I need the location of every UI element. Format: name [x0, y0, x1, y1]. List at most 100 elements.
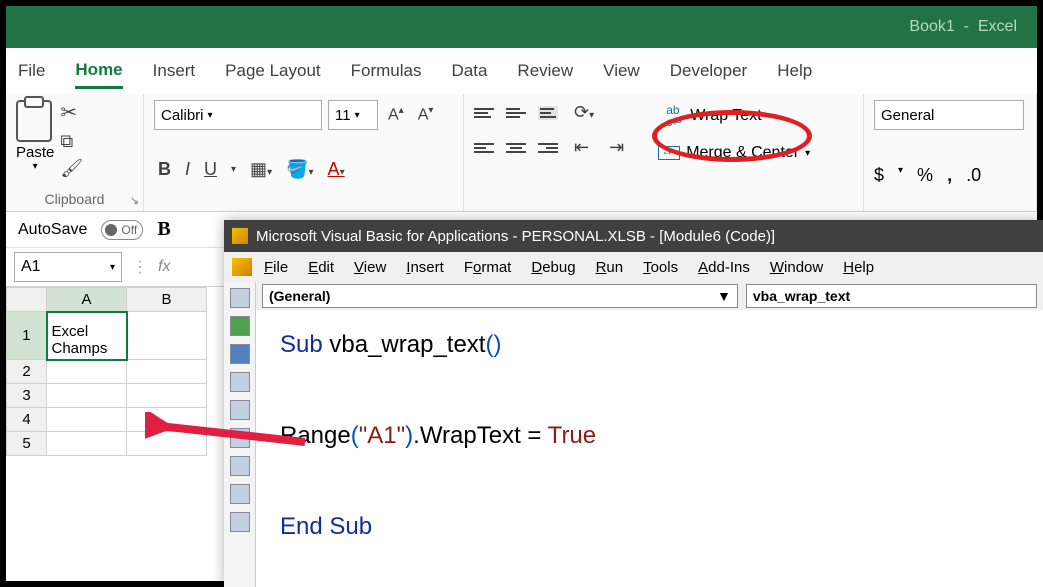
vbe-menu-run[interactable]: Run — [588, 259, 632, 276]
tab-page-layout[interactable]: Page Layout — [225, 55, 320, 87]
increase-decimal-icon[interactable]: .0 — [966, 165, 981, 186]
vbe-tool-icon[interactable] — [230, 484, 250, 504]
align-middle-icon[interactable] — [506, 108, 526, 118]
row-header-3[interactable]: 3 — [7, 384, 47, 408]
borders-icon[interactable]: ▦▾ — [246, 157, 276, 182]
vbe-procedure-dropdown[interactable]: vba_wrap_text — [746, 284, 1037, 308]
chevron-down-icon: ▾ — [355, 110, 360, 121]
vbe-icon[interactable] — [232, 258, 252, 276]
format-painter-icon[interactable]: 🖌 — [60, 158, 83, 179]
select-all-corner[interactable] — [7, 288, 47, 312]
tab-formulas[interactable]: Formulas — [351, 55, 422, 87]
wrap-text-button[interactable]: abc↩ Wrap Text — [658, 100, 810, 132]
align-left-icon[interactable] — [474, 143, 494, 153]
vbe-menu-help[interactable]: Help — [835, 259, 882, 276]
decrease-font-icon[interactable]: A▾ — [414, 103, 438, 126]
cell-b1[interactable] — [127, 312, 207, 360]
align-right-icon[interactable] — [538, 143, 558, 153]
cell-a2[interactable] — [47, 360, 127, 384]
tab-view[interactable]: View — [603, 55, 640, 87]
chevron-down-icon[interactable]: ▾ — [898, 165, 903, 186]
col-header-b[interactable]: B — [127, 288, 207, 312]
cell-b2[interactable] — [127, 360, 207, 384]
col-header-a[interactable]: A — [47, 288, 127, 312]
vbe-menu-format[interactable]: Format — [456, 259, 520, 276]
vbe-menu-insert[interactable]: Insert — [398, 259, 452, 276]
italic-button[interactable]: I — [181, 157, 194, 182]
vbe-menu-file[interactable]: File — [256, 259, 296, 276]
vbe-code-pane[interactable]: Sub vba_wrap_text() Range("A1").WrapText… — [256, 310, 1043, 562]
fx-icon[interactable]: fx — [158, 258, 170, 276]
row-header-5[interactable]: 5 — [7, 432, 47, 456]
vbe-run-icon[interactable] — [230, 316, 250, 336]
vbe-tool-icon[interactable] — [230, 428, 250, 448]
alignment-group: ⟳▾ ⇤ ⇥ abc↩ Wrap Text — [464, 94, 864, 211]
tab-insert[interactable]: Insert — [153, 55, 196, 87]
decrease-indent-icon[interactable]: ⇤ — [570, 135, 593, 160]
cell-a4[interactable] — [47, 408, 127, 432]
vbe-object-dropdown[interactable]: (General)▼ — [262, 284, 738, 308]
bold-button[interactable]: B — [154, 157, 175, 182]
row-header-2[interactable]: 2 — [7, 360, 47, 384]
currency-icon[interactable]: $ — [874, 165, 884, 186]
row-header-4[interactable]: 4 — [7, 408, 47, 432]
increase-indent-icon[interactable]: ⇥ — [605, 135, 628, 160]
copy-icon[interactable]: ⧉ — [60, 131, 83, 152]
cut-icon[interactable]: ✂ — [60, 100, 83, 125]
name-box[interactable]: A1 ▾ — [14, 252, 122, 282]
vbe-tool-icon[interactable] — [230, 372, 250, 392]
grip-icon[interactable]: ⋮ — [132, 257, 148, 277]
align-bottom-icon[interactable] — [538, 106, 558, 120]
bold-qat-icon[interactable]: B — [157, 218, 170, 241]
dialog-launcher-icon[interactable]: ↘ — [130, 194, 139, 207]
align-top-icon[interactable] — [474, 108, 494, 118]
fill-color-icon[interactable]: 🪣▾ — [282, 157, 317, 182]
merge-center-button[interactable]: Merge & Center ▾ — [658, 144, 810, 162]
comma-icon[interactable]: , — [947, 165, 952, 186]
tab-home[interactable]: Home — [75, 54, 122, 89]
number-format-combo[interactable]: General — [874, 100, 1024, 130]
doc-name: Book1 — [909, 18, 954, 36]
cell-b4[interactable] — [127, 408, 207, 432]
vbe-menu-view[interactable]: View — [346, 259, 394, 276]
font-size-combo[interactable]: 11▾ — [328, 100, 378, 130]
vbe-tool-icon[interactable] — [230, 400, 250, 420]
cell-b3[interactable] — [127, 384, 207, 408]
vbe-window[interactable]: Microsoft Visual Basic for Applications … — [224, 220, 1043, 587]
vbe-toolbox — [224, 282, 256, 587]
paste-button[interactable]: Paste ▾ — [16, 100, 54, 179]
cell-a5[interactable] — [47, 432, 127, 456]
vbe-menu-window[interactable]: Window — [762, 259, 831, 276]
vbe-tool-icon[interactable] — [230, 288, 250, 308]
ribbon-tabs: File Home Insert Page Layout Formulas Da… — [6, 48, 1037, 94]
percent-icon[interactable]: % — [917, 165, 933, 186]
tab-developer[interactable]: Developer — [670, 55, 748, 87]
font-color-icon[interactable]: A▾ — [324, 157, 349, 182]
vbe-menubar: File Edit View Insert Format Debug Run T… — [224, 252, 1043, 282]
autosave-toggle[interactable]: Off — [101, 220, 143, 240]
tab-help[interactable]: Help — [777, 55, 812, 87]
tab-review[interactable]: Review — [517, 55, 573, 87]
cell-a3[interactable] — [47, 384, 127, 408]
orientation-icon[interactable]: ⟳▾ — [570, 100, 598, 125]
font-name-combo[interactable]: Calibri▾ — [154, 100, 322, 130]
increase-font-icon[interactable]: A▴ — [384, 103, 408, 126]
row-header-1[interactable]: 1 — [7, 312, 47, 360]
vbe-menu-debug[interactable]: Debug — [523, 259, 583, 276]
chevron-down-icon[interactable]: ▾ — [227, 162, 240, 177]
underline-button[interactable]: U — [200, 157, 221, 182]
tab-data[interactable]: Data — [452, 55, 488, 87]
cell-b5[interactable] — [127, 432, 207, 456]
align-center-icon[interactable] — [506, 143, 526, 153]
vbe-tool-icon[interactable] — [230, 456, 250, 476]
vbe-tool-icon[interactable] — [230, 512, 250, 532]
cell-a1[interactable]: Excel Champs — [47, 312, 127, 360]
vbe-break-icon[interactable] — [230, 344, 250, 364]
vbe-menu-edit[interactable]: Edit — [300, 259, 342, 276]
vbe-menu-tools[interactable]: Tools — [635, 259, 686, 276]
font-group: Calibri▾ 11▾ A▴ A▾ B I U ▾ ▦▾ 🪣▾ A▾ — [144, 94, 464, 211]
tab-file[interactable]: File — [18, 55, 45, 87]
vbe-titlebar[interactable]: Microsoft Visual Basic for Applications … — [224, 220, 1043, 252]
vbe-menu-addins[interactable]: Add-Ins — [690, 259, 758, 276]
merge-icon — [658, 146, 680, 160]
